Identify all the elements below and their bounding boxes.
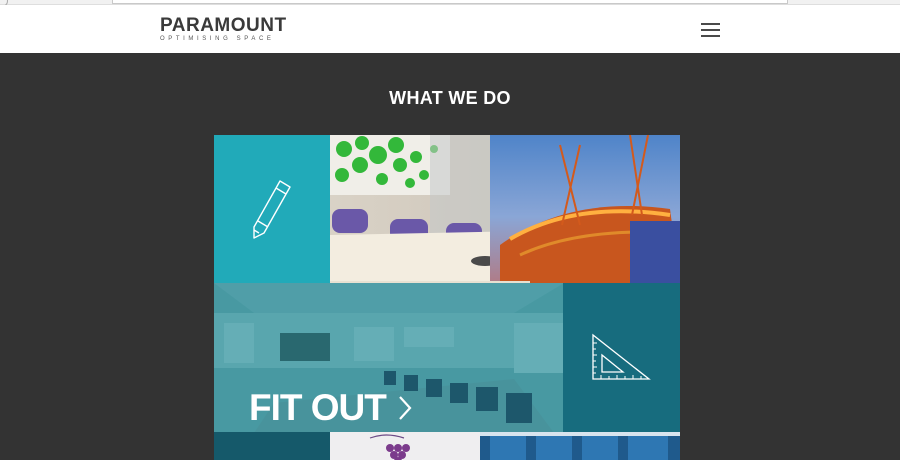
site-header: PARAMOUNT OPTIMISING SPACE <box>0 5 900 53</box>
chevron-right-icon[interactable] <box>397 395 413 421</box>
pencil-icon <box>253 180 291 239</box>
design-tile[interactable] <box>214 135 331 284</box>
logo-wordmark: PARAMOUNT <box>160 15 287 36</box>
office-stadium-photo <box>330 135 680 284</box>
hamburger-menu-icon[interactable] <box>701 22 720 38</box>
services-grid: FIT OUT <box>214 135 680 460</box>
set-square-icon <box>592 333 651 380</box>
bottom-photo <box>330 432 680 460</box>
address-bar[interactable] <box>112 0 788 4</box>
fitout-tile[interactable]: FIT OUT <box>214 283 564 433</box>
section-title: WHAT WE DO <box>389 88 511 108</box>
logo-tagline: OPTIMISING SPACE <box>160 36 275 42</box>
planning-tile[interactable] <box>563 283 680 433</box>
fitout-label[interactable]: FIT OUT <box>249 388 387 428</box>
bottom-tile[interactable] <box>214 432 331 460</box>
logo[interactable]: PARAMOUNT OPTIMISING SPACE <box>160 16 287 43</box>
